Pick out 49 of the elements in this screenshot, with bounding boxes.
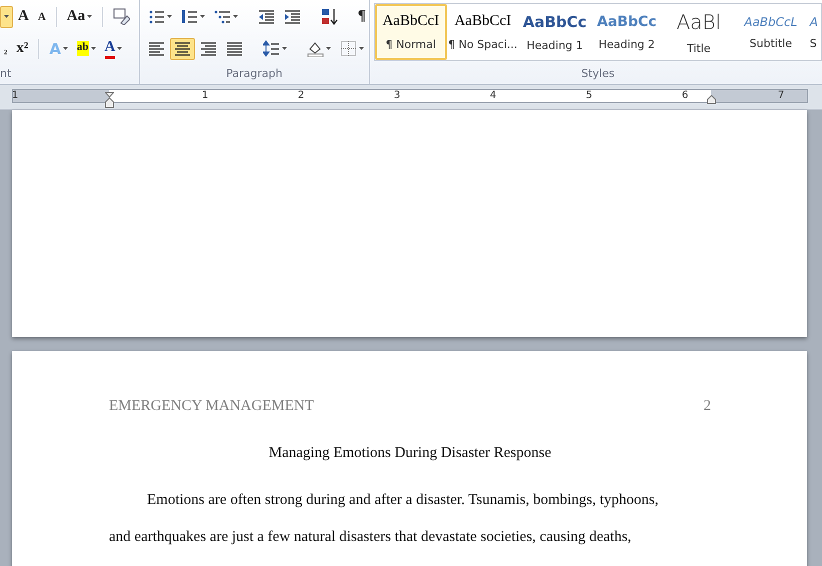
shading-icon <box>306 40 324 57</box>
sort-icon <box>320 8 338 25</box>
align-center-icon <box>174 40 191 57</box>
ruler-number: 5 <box>586 90 592 102</box>
style-item[interactable]: AaBl Title <box>662 4 735 60</box>
style-item[interactable]: AaBbCcI ¶ Normal <box>374 4 447 60</box>
running-header: EMERGENCY MANAGEMENT <box>109 398 314 415</box>
bullets-icon <box>148 8 165 25</box>
align-right-icon <box>200 40 217 57</box>
decrease-indent-icon <box>258 8 275 25</box>
highlight-button[interactable]: ab <box>72 38 100 60</box>
multilevel-icon <box>214 8 231 25</box>
ruler-number: 4 <box>490 90 496 102</box>
subscript-button[interactable]: ₂ <box>0 38 12 60</box>
pilcrow-button[interactable]: ¶ <box>354 6 370 28</box>
style-item[interactable]: AaBbCc Heading 1 <box>518 4 591 60</box>
body-text-line: Emotions are often strong during and after a disaster. Tsunamis, bombings, typhoons, <box>146 491 660 510</box>
shrink-font-button[interactable]: A <box>34 6 50 28</box>
group-label: Styles <box>580 67 616 82</box>
font-size-dropdown-button[interactable] <box>0 6 13 28</box>
line-spacing-icon <box>262 40 280 57</box>
right-indent-marker-icon[interactable] <box>707 95 716 104</box>
style-item[interactable]: A S <box>806 4 821 60</box>
document-title: Managing Emotions During Disaster Response <box>268 445 552 462</box>
caret-icon <box>4 15 9 18</box>
font-color-button[interactable]: A <box>100 38 126 60</box>
group-label: nt <box>0 67 12 82</box>
body-text-line: and earthquakes are just a few natural disasters that devastate societies, causing deaths, <box>109 528 632 547</box>
align-left-icon <box>148 40 165 57</box>
style-item[interactable]: AaBbCc Heading 2 <box>590 4 663 60</box>
increase-indent-icon <box>284 8 301 25</box>
justify-icon <box>226 40 243 57</box>
indent-marker-icon[interactable] <box>105 92 114 108</box>
ruler-number: 6 <box>682 90 688 102</box>
ruler-number: 2 <box>298 90 304 102</box>
ruler-number: 1 <box>202 90 208 102</box>
grow-font-button[interactable]: A <box>14 6 33 28</box>
clear-formatting-icon <box>113 8 130 25</box>
style-item[interactable]: AaBbCcI ¶ No Spaci... <box>446 4 519 60</box>
page-number: 2 <box>704 398 711 415</box>
group-label: Paragraph <box>225 67 284 82</box>
change-case-button[interactable]: Aa <box>62 6 96 28</box>
ruler-number: 1 <box>12 90 18 102</box>
superscript-button[interactable]: x² <box>12 38 32 60</box>
borders-icon <box>340 40 357 57</box>
ruler-number: 7 <box>778 90 784 102</box>
ruler-number: 3 <box>394 90 400 102</box>
align-center-button[interactable] <box>170 38 195 60</box>
style-item[interactable]: AaBbCcL Subtitle <box>734 4 807 60</box>
